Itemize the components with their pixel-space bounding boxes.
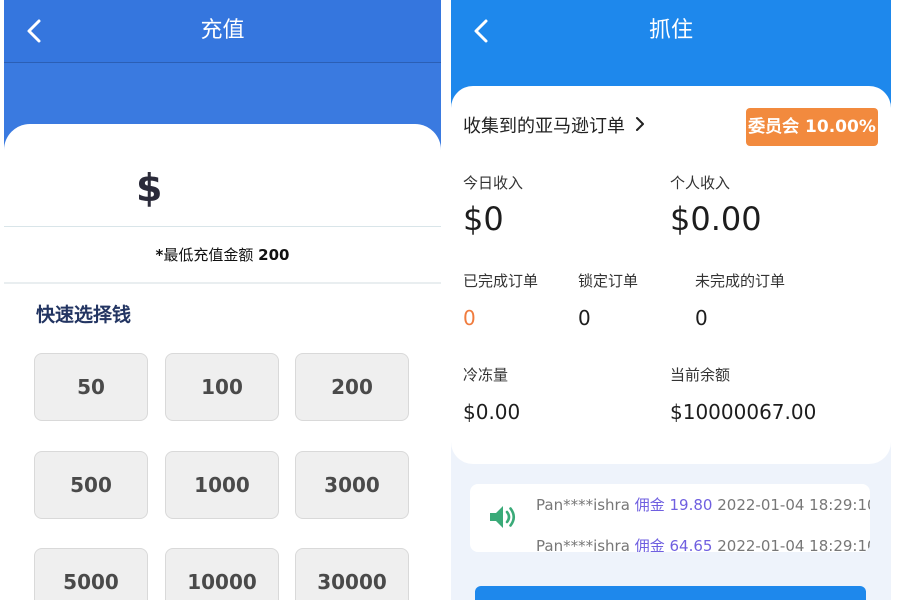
grab-order-button[interactable] xyxy=(475,586,866,600)
commission-badge: 委员会 10.00% xyxy=(746,108,878,146)
ticker-commission: 佣金 64.65 xyxy=(634,537,713,552)
ticker-user: Pan****ishra xyxy=(536,537,630,552)
personal-income-value: $0.00 xyxy=(670,200,762,238)
balance-label: 当前余额 xyxy=(670,366,731,384)
amazon-orders-link[interactable]: 收集到的亚马逊订单 xyxy=(463,112,645,138)
ticker-time: 2022-01-04 18:29:10 xyxy=(717,537,870,552)
amount-button[interactable]: 5000 xyxy=(34,548,148,600)
amount-button[interactable]: 30000 xyxy=(295,548,409,600)
grab-screen: 抓住 收集到的亚马逊订单 委员会 10.00% 今日收入 $0 个人收入 $0.… xyxy=(451,0,891,600)
amount-button[interactable]: 10000 xyxy=(165,548,279,600)
ticker-user: Pan****ishra xyxy=(536,496,630,514)
amount-button[interactable]: 50 xyxy=(34,353,148,421)
today-income-label: 今日收入 xyxy=(463,174,524,192)
incomplete-orders-label: 未完成的订单 xyxy=(695,272,786,290)
frozen-value: $0.00 xyxy=(463,400,521,424)
recharge-screen: 充值 $ *最低充值金额 200 快速选择钱 50 100 200 500 10… xyxy=(4,0,441,600)
personal-income-label: 个人收入 xyxy=(670,174,731,192)
grab-header: 抓住 xyxy=(451,0,891,64)
frozen-label: 冷冻量 xyxy=(463,366,509,384)
ticker-commission: 佣金 19.80 xyxy=(634,496,713,514)
min-recharge-value: 200 xyxy=(258,246,290,264)
divider xyxy=(4,282,441,284)
locked-orders-value: 0 xyxy=(578,306,591,330)
divider xyxy=(4,226,441,227)
speaker-icon xyxy=(490,506,516,528)
amount-input[interactable] xyxy=(179,172,423,208)
quick-select-title: 快速选择钱 xyxy=(36,304,132,326)
today-income-value: $0 xyxy=(463,200,504,238)
min-recharge-label: 最低充值金额 xyxy=(163,246,254,264)
page-title: 抓住 xyxy=(648,18,693,43)
recharge-card: $ *最低充值金额 200 快速选择钱 50 100 200 500 1000 … xyxy=(4,124,441,600)
completed-orders-value: 0 xyxy=(463,306,476,330)
min-recharge-note: *最低充值金额 200 xyxy=(4,244,441,265)
currency-symbol: $ xyxy=(136,166,163,210)
ticker-time: 2022-01-04 18:29:10 xyxy=(717,496,870,514)
ticker-item: Pan****ishra 佣金 64.65 2022-01-04 18:29:1… xyxy=(536,535,870,552)
amount-button[interactable]: 500 xyxy=(34,451,148,519)
ticker-item: Pan****ishra 佣金 19.80 2022-01-04 18:29:1… xyxy=(536,494,870,515)
stats-card: 收集到的亚马逊订单 委员会 10.00% 今日收入 $0 个人收入 $0.00 … xyxy=(451,86,891,464)
amount-button[interactable]: 200 xyxy=(295,353,409,421)
amount-button[interactable]: 100 xyxy=(165,353,279,421)
commission-ticker: Pan****ishra 佣金 19.80 2022-01-04 18:29:1… xyxy=(470,484,870,552)
amazon-orders-label: 收集到的亚马逊订单 xyxy=(463,116,625,137)
chevron-right-icon xyxy=(635,117,644,131)
recharge-header: 充值 xyxy=(4,0,441,63)
amount-button[interactable]: 3000 xyxy=(295,451,409,519)
amount-button[interactable]: 1000 xyxy=(165,451,279,519)
completed-orders-label: 已完成订单 xyxy=(463,272,539,290)
incomplete-orders-value: 0 xyxy=(695,306,708,330)
balance-value: $10000067.00 xyxy=(670,400,817,424)
page-title: 充值 xyxy=(200,18,245,43)
locked-orders-label: 锁定订单 xyxy=(578,272,639,290)
